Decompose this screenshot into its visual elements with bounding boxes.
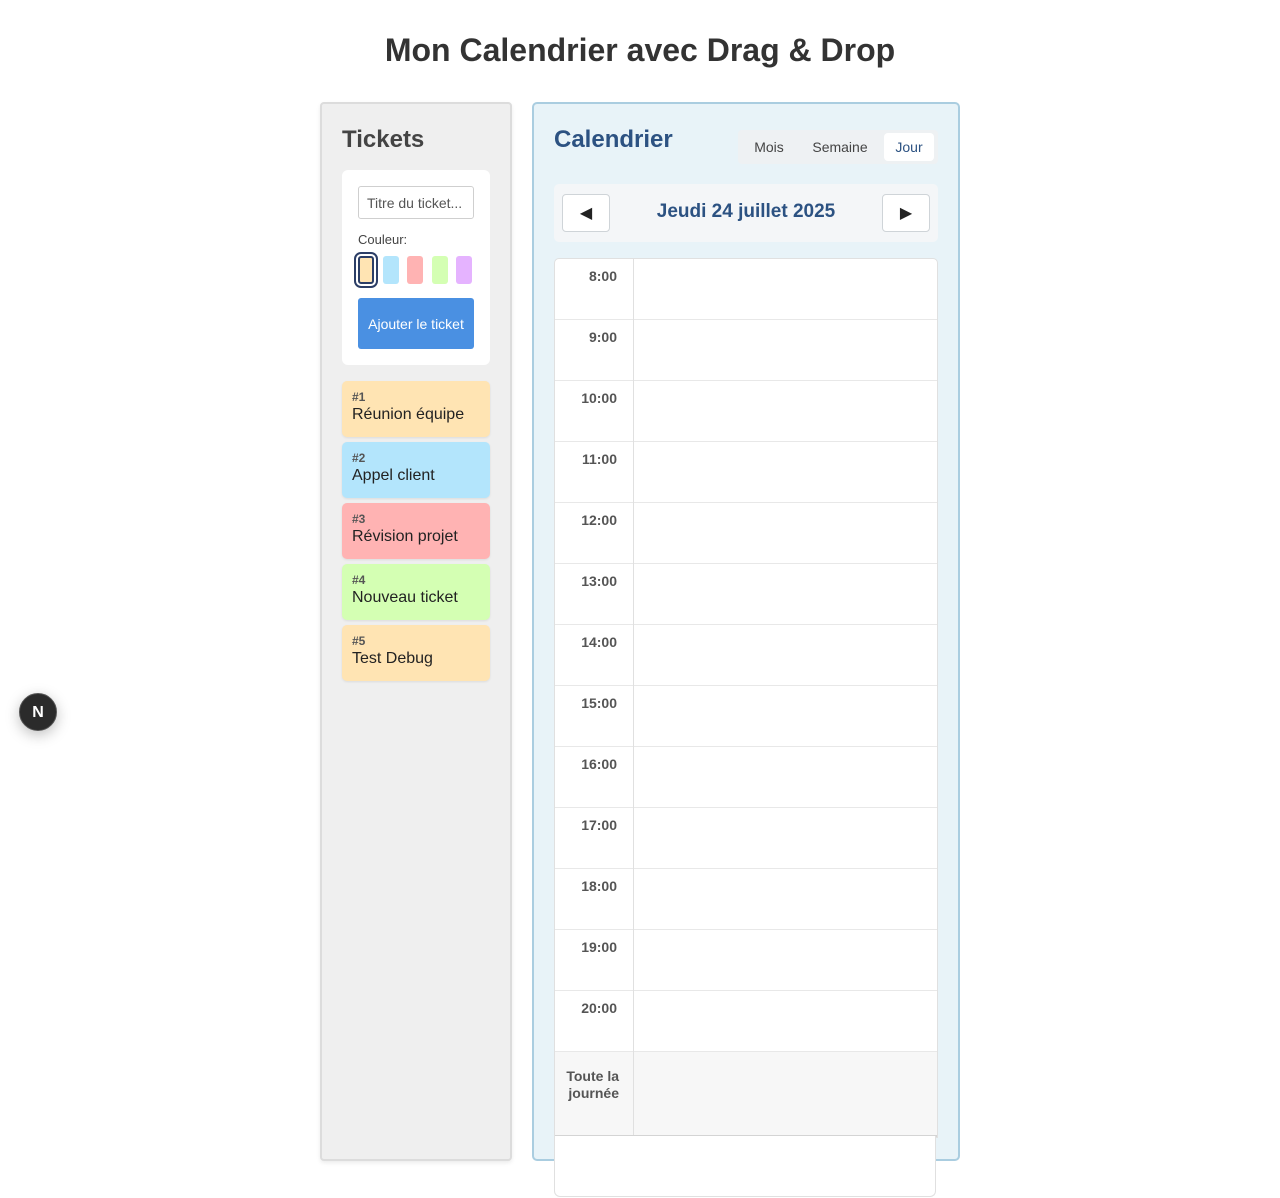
- ticket-card[interactable]: #4 Nouveau ticket: [342, 564, 490, 620]
- view-tab[interactable]: Semaine: [800, 133, 880, 161]
- ticket-number: #5: [352, 634, 366, 648]
- color-swatch[interactable]: [431, 256, 448, 284]
- hour-label: 18:00: [555, 869, 634, 930]
- ticket-card[interactable]: #1 Réunion équipe: [342, 381, 490, 437]
- time-slot[interactable]: [635, 625, 937, 685]
- time-slot[interactable]: [635, 442, 937, 502]
- hour-row: 8:00: [555, 259, 937, 320]
- color-swatch[interactable]: [382, 256, 399, 284]
- ticket-title: Test Debug: [352, 650, 433, 667]
- ticket-card[interactable]: #3 Révision projet: [342, 503, 490, 559]
- tickets-heading: Tickets: [342, 126, 425, 153]
- ticket-number: #1: [352, 390, 366, 404]
- hour-row: 13:00: [555, 564, 937, 625]
- hour-label: 17:00: [555, 808, 634, 869]
- hour-row: 18:00: [555, 869, 937, 930]
- hour-label: 12:00: [555, 503, 634, 564]
- time-slot[interactable]: [635, 503, 937, 563]
- ticket-card[interactable]: #2 Appel client: [342, 442, 490, 498]
- page-title: Mon Calendrier avec Drag & Drop: [384, 32, 896, 68]
- time-slot[interactable]: [635, 320, 937, 380]
- view-tab[interactable]: Jour: [884, 133, 934, 161]
- time-slot[interactable]: [635, 930, 937, 990]
- ticket-title: Révision projet: [352, 528, 458, 545]
- ticket-title: Réunion équipe: [352, 406, 465, 423]
- ticket-number: #2: [352, 451, 366, 465]
- time-slot[interactable]: [635, 381, 937, 441]
- hour-label: 8:00: [555, 259, 634, 320]
- hour-label: 19:00: [555, 930, 634, 991]
- calendar-panel: Calendrier Mois Semaine Jour ◀ Jeudi 24 ju…: [532, 102, 960, 1161]
- ticket-title-input[interactable]: [358, 186, 474, 219]
- ticket-list: #1 Réunion équipe #2 Appel client #3 Révision…: [342, 381, 490, 686]
- time-slot[interactable]: [635, 259, 937, 319]
- hour-row: 15:00: [555, 686, 937, 747]
- hour-row: 11:00: [555, 442, 937, 503]
- ticket-title: Appel client: [352, 467, 435, 484]
- add-ticket-button[interactable]: Ajouter le ticket: [358, 298, 474, 349]
- hour-label: 11:00: [555, 442, 634, 503]
- hour-label: 9:00: [555, 320, 634, 381]
- time-slot[interactable]: [635, 686, 937, 746]
- next-day-button[interactable]: ▶: [882, 194, 930, 232]
- hour-row: 12:00: [555, 503, 937, 564]
- day-grid: Toute la journée 8:00 9:00 10:00 11:00 12:00…: [554, 258, 938, 1138]
- time-slot[interactable]: [635, 991, 937, 1051]
- current-date: Jeudi 24 juillet 2025: [656, 201, 836, 222]
- ticket-card[interactable]: #5 Test Debug: [342, 625, 490, 681]
- hour-row: 17:00: [555, 808, 937, 869]
- time-slot[interactable]: [635, 747, 937, 807]
- color-swatch[interactable]: [456, 256, 472, 284]
- all-day-label: Toute la journée: [555, 1052, 634, 1135]
- hour-row: 16:00: [555, 747, 937, 808]
- ticket-title: Nouveau ticket: [352, 589, 458, 606]
- hour-row: 10:00: [555, 381, 937, 442]
- hour-label: 15:00: [555, 686, 634, 747]
- ticket-form: Couleur: Ajouter le ticket: [342, 170, 490, 365]
- calendar-footer-area: [554, 1136, 936, 1197]
- all-day-slot[interactable]: [635, 1052, 937, 1135]
- all-day-row: Toute la journée: [555, 1052, 937, 1137]
- calendar-heading: Calendrier: [554, 126, 673, 153]
- hour-label: 14:00: [555, 625, 634, 686]
- color-swatches: [354, 252, 476, 288]
- view-switcher: Mois Semaine Jour: [738, 130, 938, 164]
- ticket-number: #4: [352, 573, 366, 587]
- hour-label: 13:00: [555, 564, 634, 625]
- hour-row: 9:00: [555, 320, 937, 381]
- date-navigation: ◀ Jeudi 24 juillet 2025 ▶: [554, 184, 938, 242]
- hour-row: 20:00: [555, 991, 937, 1052]
- color-label: Couleur:: [358, 232, 408, 247]
- time-slot[interactable]: [635, 869, 937, 929]
- tickets-panel: Tickets Couleur: Ajouter le ticket #1 Réu…: [320, 102, 512, 1161]
- hour-label: 20:00: [555, 991, 634, 1052]
- hour-label: 16:00: [555, 747, 634, 808]
- time-slot[interactable]: [635, 564, 937, 624]
- hour-row: 14:00: [555, 625, 937, 686]
- chevron-right-icon: ▶: [899, 203, 913, 222]
- ticket-number: #3: [352, 512, 366, 526]
- time-slot[interactable]: [635, 808, 937, 868]
- hour-row: 19:00: [555, 930, 937, 991]
- color-swatch[interactable]: [407, 256, 423, 284]
- dev-indicator-button[interactable]: N: [19, 693, 57, 731]
- color-swatch[interactable]: [354, 252, 378, 288]
- view-tab[interactable]: Mois: [742, 133, 796, 161]
- hour-label: 10:00: [555, 381, 634, 442]
